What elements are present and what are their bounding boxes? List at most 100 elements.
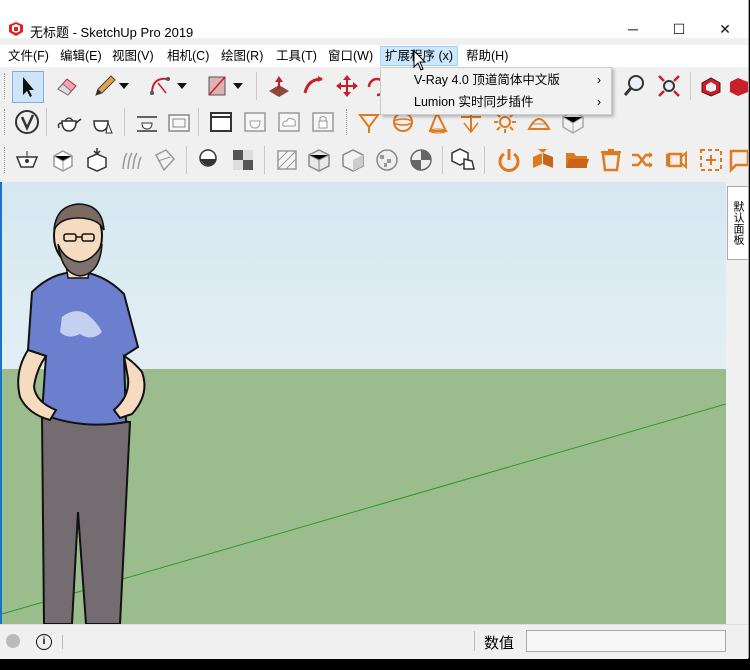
menu-item-label: V-Ray 4.0 顶道简体中文版 — [414, 73, 560, 87]
lumion-shuffle-button[interactable] — [628, 145, 658, 175]
app-window: 无标题 - SketchUp Pro 2019 ─ ☐ ✕ 文件(F) 编辑(E… — [0, 0, 749, 659]
lumion-power-button[interactable] — [494, 145, 524, 175]
arc-tool-dropdown[interactable] — [174, 71, 190, 101]
default-tray-tab[interactable]: 默认面板 — [727, 186, 749, 260]
extension-warehouse-button[interactable] — [728, 71, 748, 101]
menu-draw[interactable]: 绘图(R) — [217, 47, 267, 65]
sketchup-logo-icon — [9, 22, 23, 36]
material-picker-button[interactable] — [228, 145, 258, 175]
window-frame-icon — [210, 112, 232, 132]
rectangle-icon — [208, 76, 226, 96]
toolbar-grip[interactable] — [4, 109, 9, 135]
shaded-style-button[interactable] — [338, 145, 368, 175]
lumion-cubes-button[interactable] — [528, 145, 558, 175]
export-proxy-button[interactable] — [48, 145, 78, 175]
toolbar-row-2 — [0, 104, 748, 140]
zoom-tool-button[interactable] — [620, 71, 650, 101]
push-pull-icon — [269, 76, 289, 97]
xray-style-button[interactable] — [304, 145, 334, 175]
monochrome-style-button[interactable] — [406, 145, 436, 175]
status-bar: i 数值 — [0, 624, 748, 659]
mesh-clipper-button[interactable] — [150, 145, 180, 175]
fur-button[interactable] — [116, 145, 146, 175]
viewport-scene — [2, 203, 726, 624]
lights-gen-button[interactable] — [240, 107, 270, 137]
import-proxy-button[interactable] — [82, 145, 112, 175]
lock-render-button[interactable] — [308, 107, 338, 137]
menu-view[interactable]: 视图(V) — [108, 47, 158, 65]
drawing-viewport[interactable] — [2, 182, 726, 624]
menu-window[interactable]: 窗口(W) — [324, 47, 377, 65]
lumion-trash-button[interactable] — [596, 145, 626, 175]
zoom-extents-button[interactable] — [654, 71, 684, 101]
lumion-add-button[interactable] — [696, 145, 726, 175]
interactive-render-button[interactable] — [88, 107, 118, 137]
zoom-extents-icon — [658, 75, 680, 97]
teapot-frame-icon — [244, 112, 266, 132]
menu-camera[interactable]: 相机(C) — [163, 47, 213, 65]
arc-tool-button[interactable] — [146, 71, 176, 101]
geo-location-icon[interactable] — [6, 634, 20, 648]
follow-me-tool-button[interactable] — [298, 71, 328, 101]
trash-icon — [601, 149, 621, 172]
scale-figure — [17, 203, 146, 624]
dropdown-triangle-icon — [233, 83, 243, 89]
cloud-render-button[interactable] — [274, 107, 304, 137]
cube-hand-button[interactable] — [448, 145, 478, 175]
submenu-arrow-icon: › — [596, 95, 601, 109]
batch-render-button[interactable] — [164, 107, 194, 137]
sphere-bowl-icon — [199, 149, 217, 167]
menu-item-lumion[interactable]: Lumion 实时同步插件 › — [381, 91, 611, 113]
minimize-button[interactable]: ─ — [610, 18, 656, 40]
lumion-chat-button[interactable] — [728, 145, 748, 175]
shuffle-icon — [632, 152, 653, 168]
pencil-icon — [95, 75, 116, 96]
menu-tools[interactable]: 工具(T) — [272, 47, 321, 65]
vfb-window-button[interactable] — [206, 107, 236, 137]
select-arrow-icon — [23, 77, 34, 97]
eraser-icon — [57, 78, 77, 96]
menu-file[interactable]: 文件(F) — [4, 47, 53, 65]
scene-interactor-button[interactable] — [194, 145, 224, 175]
toolbar-grip[interactable] — [4, 147, 9, 173]
cube-checker-icon — [308, 149, 330, 172]
warehouse-button[interactable] — [696, 71, 726, 101]
line-tool-dropdown[interactable] — [116, 71, 132, 101]
maximize-button[interactable]: ☐ — [656, 18, 702, 40]
push-pull-tool-button[interactable] — [264, 71, 294, 101]
vray-logo-button[interactable] — [12, 107, 42, 137]
power-icon — [498, 149, 520, 172]
rectangle-tool-dropdown[interactable] — [230, 71, 246, 101]
quadrant-sphere-icon — [410, 149, 432, 171]
toolbar-grip[interactable] — [346, 109, 351, 135]
render-button[interactable] — [54, 107, 84, 137]
close-button[interactable]: ✕ — [702, 18, 748, 40]
cube-arrow-icon — [87, 148, 107, 172]
teapot-icon — [57, 117, 82, 132]
toolbar-grip[interactable] — [4, 73, 9, 99]
dropdown-triangle-icon — [119, 83, 129, 89]
menu-item-vray[interactable]: V-Ray 4.0 顶道简体中文版 › — [381, 69, 611, 91]
fur-icon — [122, 152, 142, 170]
measurements-label: 数值 — [484, 635, 515, 652]
eraser-tool-button[interactable] — [52, 71, 82, 101]
teapot-plate-icon — [137, 116, 157, 132]
frame-buffer-button[interactable] — [132, 107, 162, 137]
measurements-input[interactable] — [526, 630, 726, 652]
move-tool-button[interactable] — [332, 71, 362, 101]
info-icon[interactable]: i — [36, 634, 52, 650]
infinite-plane-button[interactable] — [12, 145, 42, 175]
section-fill-button[interactable] — [272, 145, 302, 175]
texture-style-button[interactable] — [372, 145, 402, 175]
rectangle-tool-button[interactable] — [202, 71, 232, 101]
menu-bar: 文件(F) 编辑(E) 视图(V) 相机(C) 绘图(R) 工具(T) 窗口(W… — [0, 45, 748, 67]
cube-hand-icon — [451, 148, 475, 170]
lumion-folder-button[interactable] — [562, 145, 592, 175]
menu-help[interactable]: 帮助(H) — [462, 47, 512, 65]
lumion-light-button[interactable] — [662, 145, 692, 175]
select-tool-button[interactable] — [12, 71, 44, 103]
menu-edit[interactable]: 编辑(E) — [56, 47, 106, 65]
plane-icon — [15, 151, 39, 168]
spot-light-icon — [358, 114, 380, 133]
frame-icon — [168, 114, 190, 132]
